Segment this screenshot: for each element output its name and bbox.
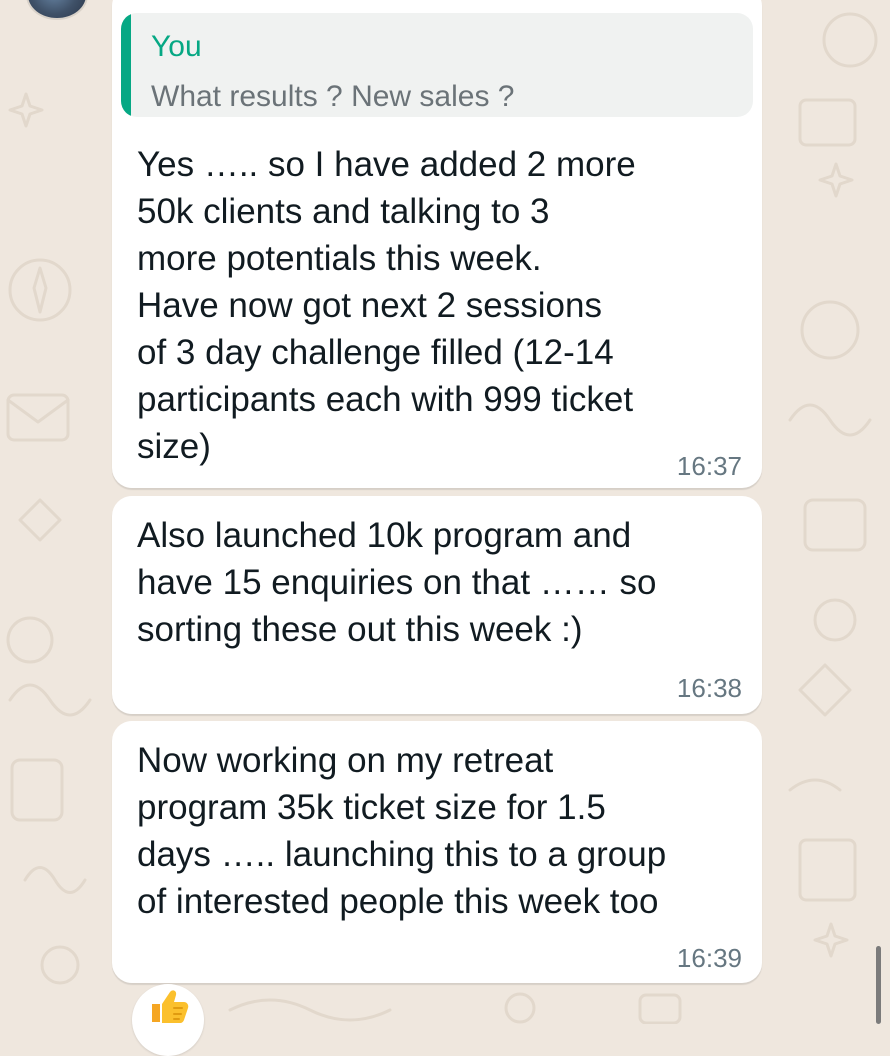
thumbs-up-icon [152,990,189,1023]
message-text: Now working on my retreat program 35k ti… [137,741,667,921]
message-timestamp: 16:39 [676,943,742,973]
message-reaction[interactable] [132,984,204,1056]
quote-author: You [151,30,202,63]
message-timestamp: 16:37 [676,451,742,481]
message-bubble[interactable]: Now working on my retreat program 35k ti… [112,721,762,983]
message-timestamp: 16:38 [676,673,742,703]
quoted-message[interactable]: You What results ? New sales ? [121,13,753,117]
message-bubble[interactable]: Also launched 10k program and have 15 en… [112,496,762,714]
scrollbar-thumb[interactable] [876,946,881,1024]
quote-accent-bar [121,13,131,117]
message-text: Also launched 10k program and have 15 en… [137,516,657,649]
quote-text: What results ? New sales ? [151,80,515,113]
message-text: Yes ….. so I have added 2 more 50k clien… [137,145,636,466]
message-bubble[interactable]: You What results ? New sales ? Yes ….. s… [112,0,762,488]
